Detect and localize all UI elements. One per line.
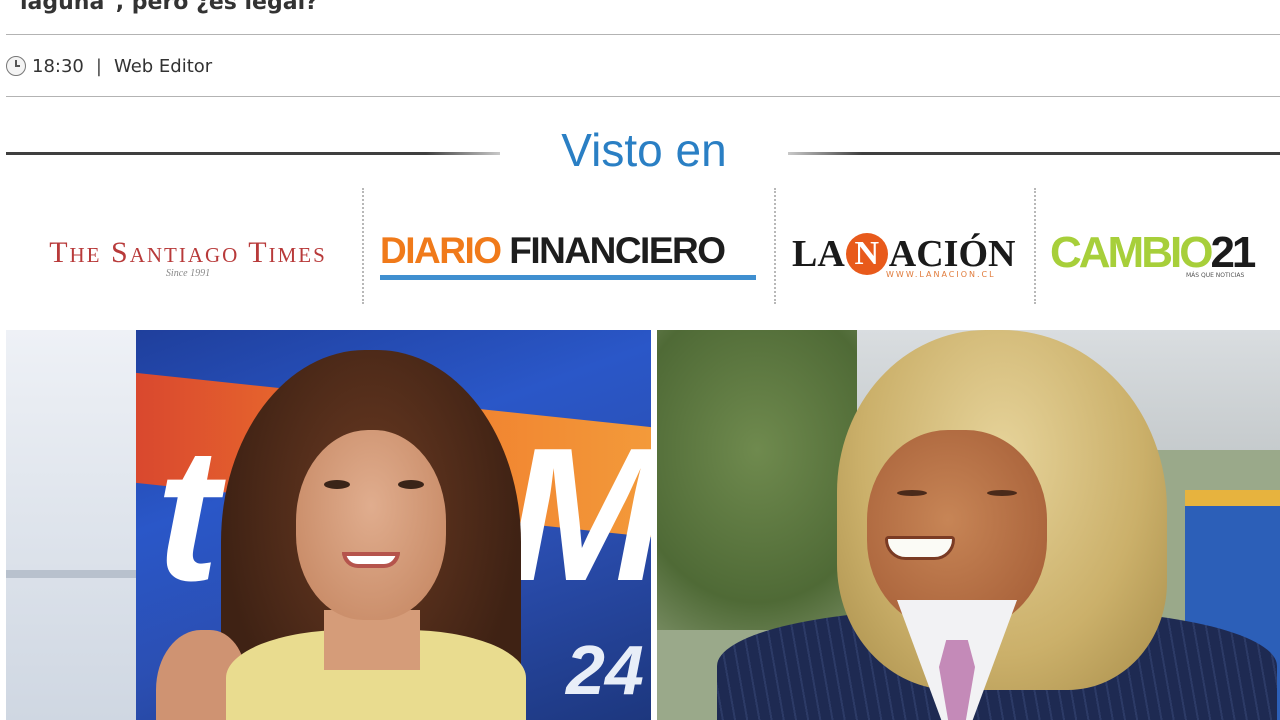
c21-part1: CAMBIO	[1050, 228, 1213, 277]
article-headline: laguna", pero ¿es legal?	[20, 0, 318, 15]
woman-face	[296, 430, 446, 620]
santiago-times-logo[interactable]: The Santiago Times Since 1991	[26, 236, 350, 279]
santiago-times-name: The Santiago Times	[49, 236, 327, 269]
la-nacion-logo[interactable]: LA N ACIÓN WWW.LANACION.CL	[792, 232, 1016, 279]
df-underline	[380, 275, 756, 280]
studio-number: 24	[566, 631, 644, 709]
article-meta: 18:30 | Web Editor	[6, 52, 212, 80]
diario-financiero-logo[interactable]: DIARIO FINANCIERO	[380, 230, 756, 280]
woman-smile	[342, 552, 400, 568]
df-part1: DIARIO	[380, 230, 502, 271]
divider	[6, 34, 1280, 35]
banner-line-left	[6, 152, 500, 155]
banner-line-right	[788, 152, 1280, 155]
meta-separator: |	[95, 55, 102, 77]
studio-letter-t: t	[156, 409, 220, 621]
ln-n-circle: N	[845, 233, 888, 275]
studio-letter-m: M	[506, 409, 651, 621]
logo-separator	[1034, 188, 1036, 304]
c21-tagline: MÁS QUE NOTICIAS	[1186, 272, 1245, 279]
studio-wall	[6, 330, 136, 720]
logo-separator	[362, 188, 364, 304]
article-photo-left: t M 24	[6, 330, 651, 720]
divider	[6, 96, 1280, 97]
publish-time: 18:30	[32, 55, 84, 77]
cambio21-logo[interactable]: CAMBIO21 MÁS QUE NOTICIAS	[1050, 228, 1260, 279]
woman-eyes	[324, 480, 424, 490]
man-eyes	[897, 490, 1017, 498]
article-photo-right	[657, 330, 1280, 720]
clock-icon	[6, 56, 26, 76]
logo-separator	[774, 188, 776, 304]
author-link[interactable]: Web Editor	[114, 56, 212, 77]
ln-part1: LA	[792, 233, 845, 275]
man-smile	[885, 536, 955, 560]
c21-part2: 21	[1210, 228, 1256, 277]
df-part2: FINANCIERO	[509, 230, 726, 271]
visto-en-title: Visto en	[561, 124, 727, 176]
